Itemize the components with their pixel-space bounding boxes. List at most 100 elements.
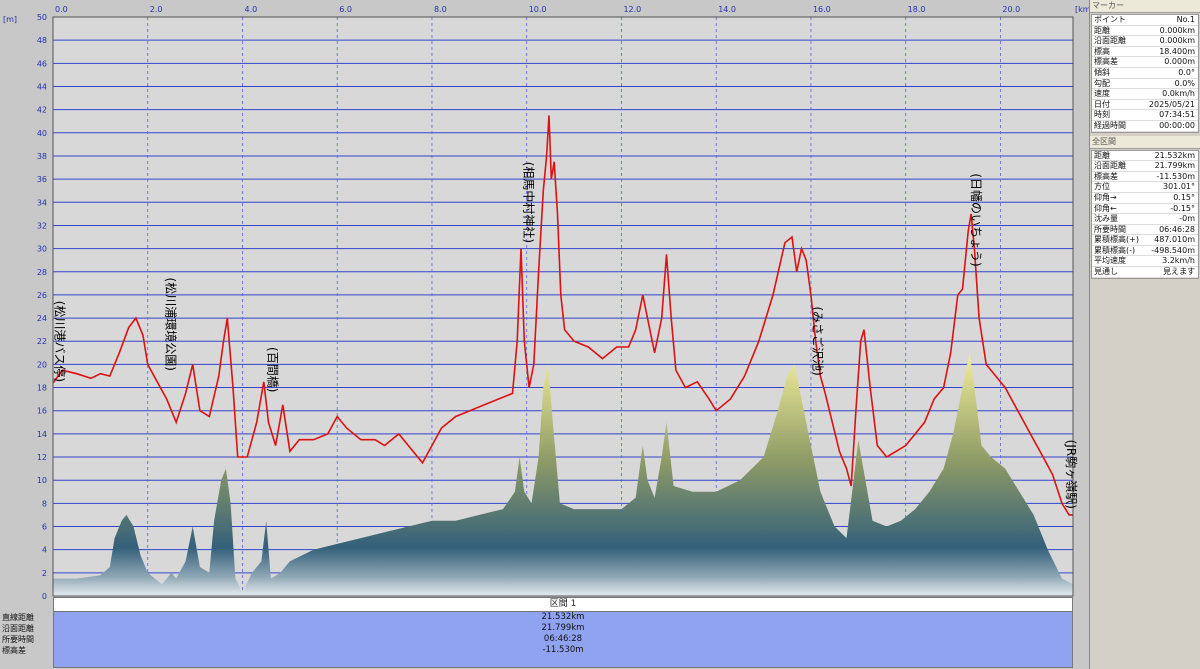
row-value: 0.0% xyxy=(1174,78,1195,88)
section-label: 標高差 xyxy=(2,646,26,655)
y-tick-label: 50 xyxy=(37,13,47,22)
row-value: 18.400m xyxy=(1159,46,1195,56)
row-key: 沿面距離 xyxy=(1094,161,1126,171)
y-tick-label: 32 xyxy=(37,221,47,230)
row-key: 標高差 xyxy=(1094,57,1118,67)
row-value: No.1 xyxy=(1176,15,1195,24)
marker-row: 時刻 07:34:51 xyxy=(1092,110,1198,121)
y-tick-label: 44 xyxy=(37,82,47,91)
section-body[interactable]: 21.532km 21.799km 06:46:28 -11.530m xyxy=(53,612,1073,668)
row-value: 301.01° xyxy=(1163,182,1195,192)
place-annotation: (百間橋) xyxy=(266,347,280,392)
row-key: 標高 xyxy=(1094,46,1110,56)
row-value: 487.010m xyxy=(1154,235,1195,245)
total-row: 所要時間 06:46:28 xyxy=(1092,225,1198,236)
row-key: 累積標高(-) xyxy=(1094,245,1136,255)
row-value: 3.2km/h xyxy=(1162,256,1195,266)
section-value: 06:46:28 xyxy=(543,634,583,644)
section-header[interactable]: 区間 1 xyxy=(53,597,1073,612)
row-value: -0m xyxy=(1179,214,1195,224)
marker-row: 標高差 0.000m xyxy=(1092,57,1198,68)
row-value: 0.0° xyxy=(1178,67,1195,77)
row-key: 累積標高(+) xyxy=(1094,235,1139,245)
total-row: 仰角← -0.15° xyxy=(1092,204,1198,215)
row-value: -11.530m xyxy=(1156,171,1195,181)
y-tick-label: 48 xyxy=(37,36,47,45)
x-unit-label: [km] xyxy=(1075,5,1089,14)
marker-row: ポイント No.1 xyxy=(1092,15,1198,26)
total-row: 累積標高(+) 487.010m xyxy=(1092,235,1198,246)
y-tick-label: 46 xyxy=(37,59,47,68)
marker-row: 傾斜 0.0° xyxy=(1092,68,1198,79)
place-annotation: (松川浦環境公園) xyxy=(164,278,179,371)
x-tick-label: 0.0 xyxy=(55,5,68,14)
total-row: 仰角→ 0.15° xyxy=(1092,193,1198,204)
row-key: 標高差 xyxy=(1094,171,1118,181)
y-tick-label: 14 xyxy=(37,430,47,439)
place-annotation: (相馬中村神社) xyxy=(521,162,536,243)
total-section-title: 全区間 xyxy=(1090,135,1200,149)
row-key: 沿面距離 xyxy=(1094,36,1126,46)
x-tick-label: 6.0 xyxy=(339,5,352,14)
marker-row: 距離 0.000km xyxy=(1092,26,1198,37)
total-row: 沿面距離 21.799km xyxy=(1092,161,1198,172)
row-value: 0.15° xyxy=(1173,192,1195,202)
row-value: 0.0km/h xyxy=(1162,89,1195,99)
marker-section-title: マーカー xyxy=(1090,0,1200,13)
row-value: 21.532km xyxy=(1154,150,1195,160)
row-key: 仰角→ xyxy=(1094,192,1117,202)
x-axis-ticks: 0.0 2.0 4.0 6.0 8.0 10.0 12.0 14.0 16.0 18.0 20.0 xyxy=(55,5,1020,14)
marker-row: 沿面距離 0.000km xyxy=(1092,36,1198,47)
y-tick-label: 16 xyxy=(37,407,47,416)
row-value: 0.000km xyxy=(1159,25,1195,35)
section-label: 沿面距離 xyxy=(2,624,34,633)
y-tick-label: 42 xyxy=(37,106,47,115)
section-label: 直線距離 xyxy=(2,613,34,622)
y-tick-label: 30 xyxy=(37,245,47,254)
total-row: 方位 301.01° xyxy=(1092,182,1198,193)
total-row: 沈み量 -0m xyxy=(1092,214,1198,225)
total-row: 平均速度 3.2km/h xyxy=(1092,256,1198,268)
total-row: 累積標高(-) -498.540m xyxy=(1092,246,1198,257)
section-label: 所要時間 xyxy=(2,635,34,644)
marker-row: 勾配 0.0% xyxy=(1092,79,1198,90)
y-tick-label: 34 xyxy=(37,198,47,207)
y-tick-label: 6 xyxy=(42,523,47,532)
marker-row: 速度 0.0km/h xyxy=(1092,89,1198,100)
row-key: 経過時間 xyxy=(1094,120,1126,130)
y-tick-label: 22 xyxy=(37,337,47,346)
x-tick-label: 14.0 xyxy=(718,5,736,14)
x-tick-label: 16.0 xyxy=(813,5,831,14)
place-annotation: (日幡のいちょう) xyxy=(969,173,984,266)
row-key: 仰角← xyxy=(1094,203,1117,213)
row-key: ポイント xyxy=(1094,15,1126,24)
y-tick-label: 4 xyxy=(42,546,47,555)
row-key: 距離 xyxy=(1094,25,1110,35)
place-annotation: (みさご沢池) xyxy=(810,307,825,376)
x-tick-label: 4.0 xyxy=(244,5,257,14)
elevation-chart[interactable]: 0246810121416182022242628303234363840424… xyxy=(0,0,1089,600)
x-tick-label: 12.0 xyxy=(623,5,641,14)
y-tick-label: 24 xyxy=(37,314,47,323)
section-panel: 区間 1 21.532km 21.799km 06:46:28 -11.530m xyxy=(53,597,1073,669)
row-key: 見通し xyxy=(1094,267,1118,277)
row-key: 方位 xyxy=(1094,182,1110,192)
y-unit-label: [m] xyxy=(3,15,17,24)
row-value: -498.540m xyxy=(1151,245,1195,255)
row-value: 00:00:00 xyxy=(1159,120,1195,130)
marker-table: ポイント No.1 距離 0.000km 沿面距離 0.000km 標高 18.400m 標高差… xyxy=(1091,14,1199,133)
y-tick-label: 12 xyxy=(37,453,47,462)
y-tick-label: 8 xyxy=(42,499,47,508)
y-tick-label: 18 xyxy=(37,384,47,393)
x-tick-label: 8.0 xyxy=(434,5,447,14)
row-value: 07:34:51 xyxy=(1159,110,1195,120)
place-annotation: (JR駒ヶ嶺駅) xyxy=(1064,440,1078,509)
section-row-labels: 直線距離沿面距離所要時間標高差 xyxy=(0,612,52,656)
marker-row: 経過時間 00:00:00 xyxy=(1092,121,1198,132)
total-row: 距離 21.532km xyxy=(1092,151,1198,162)
y-tick-label: 26 xyxy=(37,291,47,300)
y-tick-label: 0 xyxy=(42,592,47,600)
section-value: 21.799km xyxy=(541,623,585,633)
total-row: 見通し 見えます xyxy=(1092,267,1198,278)
row-value: 0.000m xyxy=(1164,57,1195,67)
